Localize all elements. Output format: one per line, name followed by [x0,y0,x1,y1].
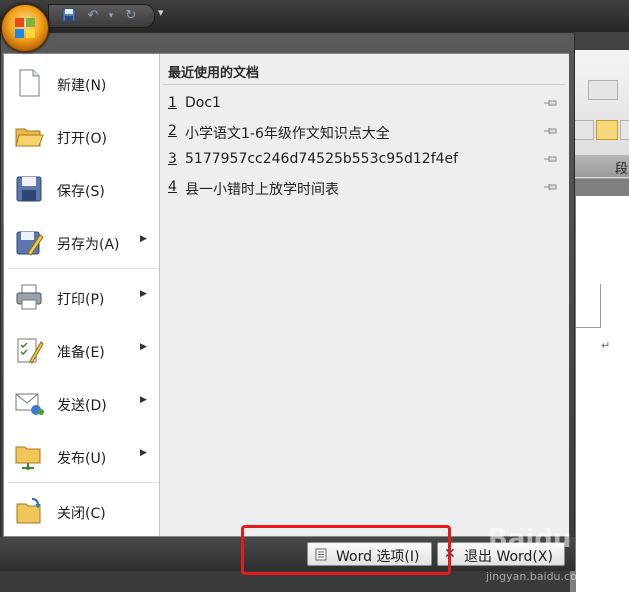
recent-document-name: Doc1 [185,95,221,111]
undo-icon[interactable]: ↶ [85,8,101,24]
printer-icon [14,282,44,312]
pin-icon[interactable] [543,153,559,165]
office-logo-icon [14,17,36,39]
submenu-arrow-icon: ▶ [140,289,147,299]
pin-icon[interactable] [543,181,559,193]
office-button[interactable] [1,4,49,52]
redo-icon[interactable]: ↻ [123,8,139,24]
pin-icon[interactable] [543,97,559,109]
align-extra-icon[interactable] [620,120,629,140]
recent-document-number: 1 [168,95,177,111]
send-icon [14,388,44,418]
recent-document-item[interactable]: 2 小学语文1-6年级作文知识点大全 [165,120,565,144]
paragraph-group-label: 段 [575,155,629,177]
recent-document-item[interactable]: 3 5177957cc246d74525b553c95d12f4ef [165,148,565,172]
recent-title-underline [163,84,565,85]
menu-item-save[interactable]: 保存(S) [4,166,159,212]
justify-icon[interactable] [596,120,618,140]
menu-item-prepare[interactable]: 准备(E) ▶ [4,327,159,373]
menu-item-print[interactable]: 打印(P) ▶ [4,274,159,320]
recent-document-number: 2 [168,123,177,139]
highlight-box [241,525,451,575]
recent-document-item[interactable]: 4 县一小错时上放学时间表 [165,176,565,200]
open-folder-icon [14,121,44,151]
submenu-arrow-icon: ▶ [140,234,147,244]
recent-document-number: 4 [168,179,177,195]
menu-item-close[interactable]: 关闭(C) [4,488,159,534]
quick-access-toolbar: ↶ ▾ ↻ [48,4,155,28]
recent-document-number: 3 [168,151,177,167]
submenu-arrow-icon: ▶ [140,342,147,352]
margin-marker-vertical [600,284,601,328]
menu-item-new[interactable]: 新建(N) [4,60,159,106]
submenu-arrow-icon: ▶ [140,448,147,458]
pin-icon[interactable] [543,125,559,137]
menu-item-publish[interactable]: 发布(U) ▶ [4,433,159,479]
undo-dropdown-icon[interactable]: ▾ [103,8,119,24]
paragraph-mark: ↵ [601,339,611,352]
recent-documents-title: 最近使用的文档 [168,66,260,81]
save-disk-icon [14,174,44,204]
ribbon-tab-strip [570,32,629,50]
margin-marker-horizontal [576,327,601,328]
align-left-icon[interactable] [572,120,594,140]
prepare-icon [14,335,44,365]
watermark: Baidu jingyan.baidu.com [486,524,588,583]
menu-divider [8,268,158,269]
submenu-arrow-icon: ▶ [140,395,147,405]
close-folder-icon [14,496,44,526]
menu-divider [8,482,158,483]
recent-document-name: 5177957cc246d74525b553c95d12f4ef [185,151,459,167]
new-document-icon [14,68,44,98]
customize-toolbar-icon[interactable]: ▾ [158,6,164,19]
publish-icon [14,441,44,471]
save-as-icon [14,227,44,257]
save-icon[interactable] [61,8,77,24]
menu-item-open[interactable]: 打开(O) [4,113,159,159]
menu-item-send[interactable]: 发送(D) ▶ [4,380,159,426]
recent-document-item[interactable]: 1 Doc1 [165,92,565,116]
list-level-icon[interactable] [588,80,618,100]
recent-document-name: 县一小错时上放学时间表 [185,182,339,198]
recent-document-name: 小学语文1-6年级作文知识点大全 [185,126,390,142]
menu-item-save-as[interactable]: 另存为(A) ▶ [4,219,159,265]
